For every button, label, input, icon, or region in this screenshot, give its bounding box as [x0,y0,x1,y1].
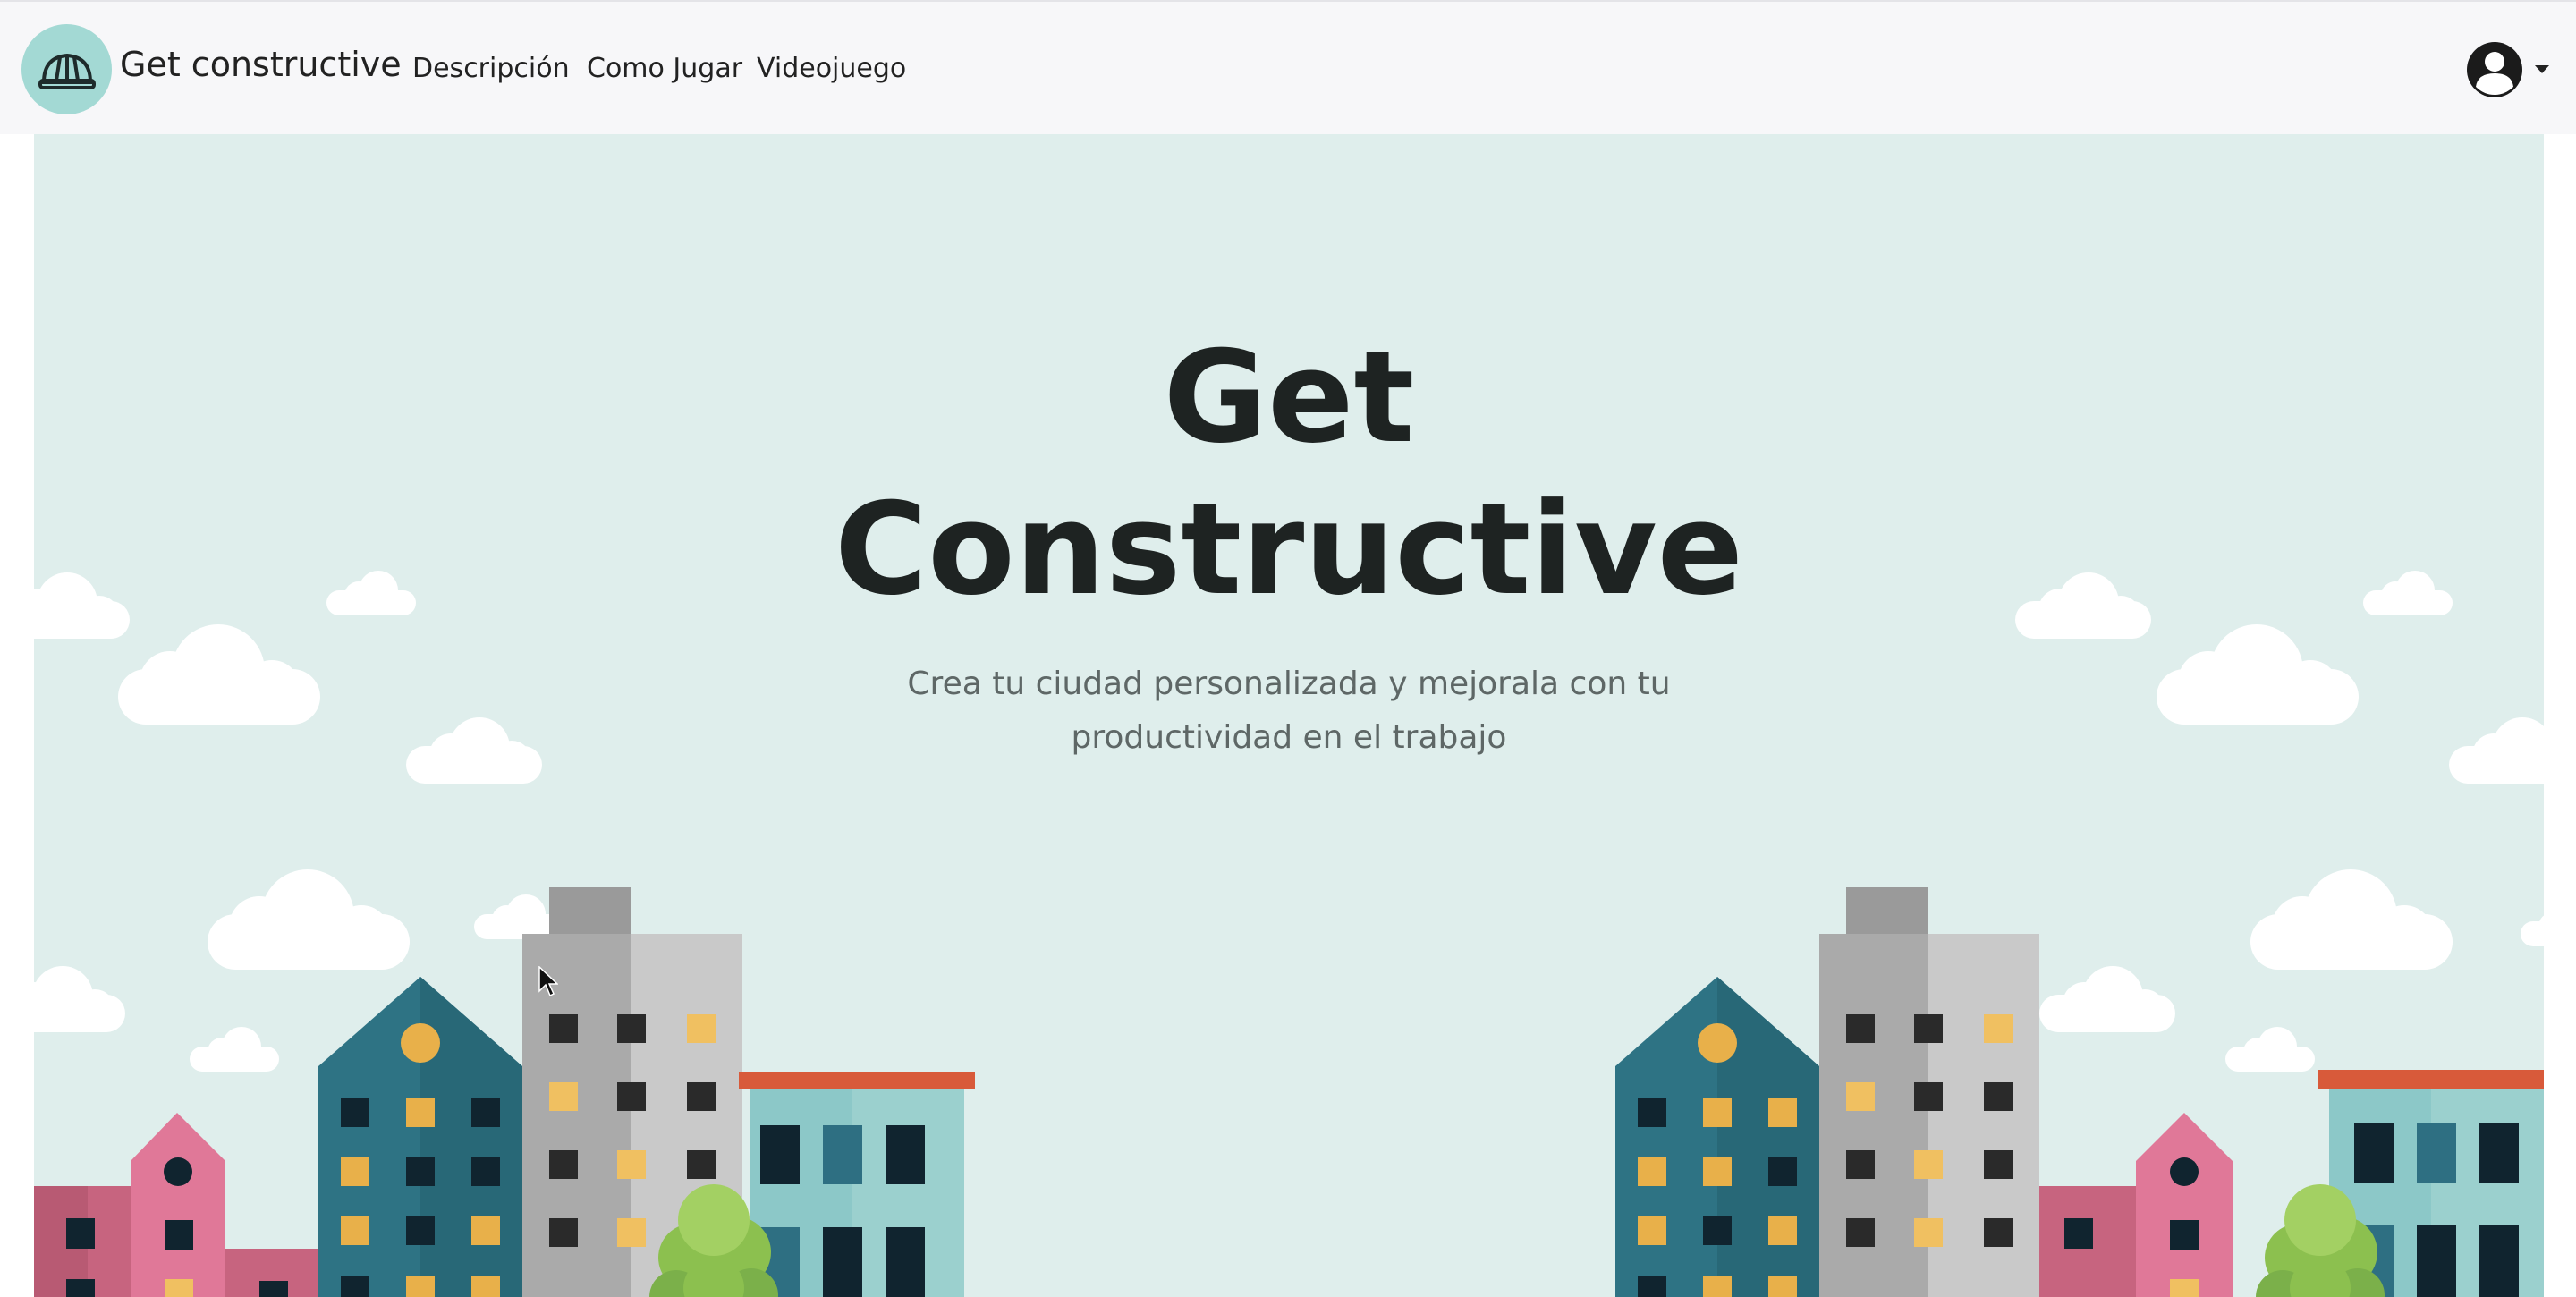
brand-name[interactable]: Get constructive [120,45,402,84]
hardhat-icon [38,53,96,89]
nav-link-videojuego[interactable]: Videojuego [757,53,906,84]
nav-link-descripcion[interactable]: Descripción [412,53,570,84]
top-navbar: Get constructive Descripción Como Jugar … [0,0,2576,134]
hero-section: Get Constructive Crea tu ciudad personal… [34,134,2544,1297]
hero-title-line-2: Constructive [835,476,1743,623]
mouse-cursor-icon [538,966,558,997]
hero-title-line-1: Get [1163,324,1415,471]
hero-subtitle-line-1: Crea tu ciudad personalizada y mejorala … [907,665,1671,702]
brand-logo[interactable] [21,24,112,114]
user-menu-toggle[interactable] [2465,40,2549,99]
hero-subtitle: Crea tu ciudad personalizada y mejorala … [886,657,1691,765]
hero-title: Get Constructive [34,322,2544,626]
hero-subtitle-line-2: productividad en el trabajo [1071,719,1507,756]
caret-down-icon [2535,65,2549,73]
user-avatar-icon [2467,42,2522,97]
nav-link-como-jugar[interactable]: Como Jugar [587,53,742,84]
